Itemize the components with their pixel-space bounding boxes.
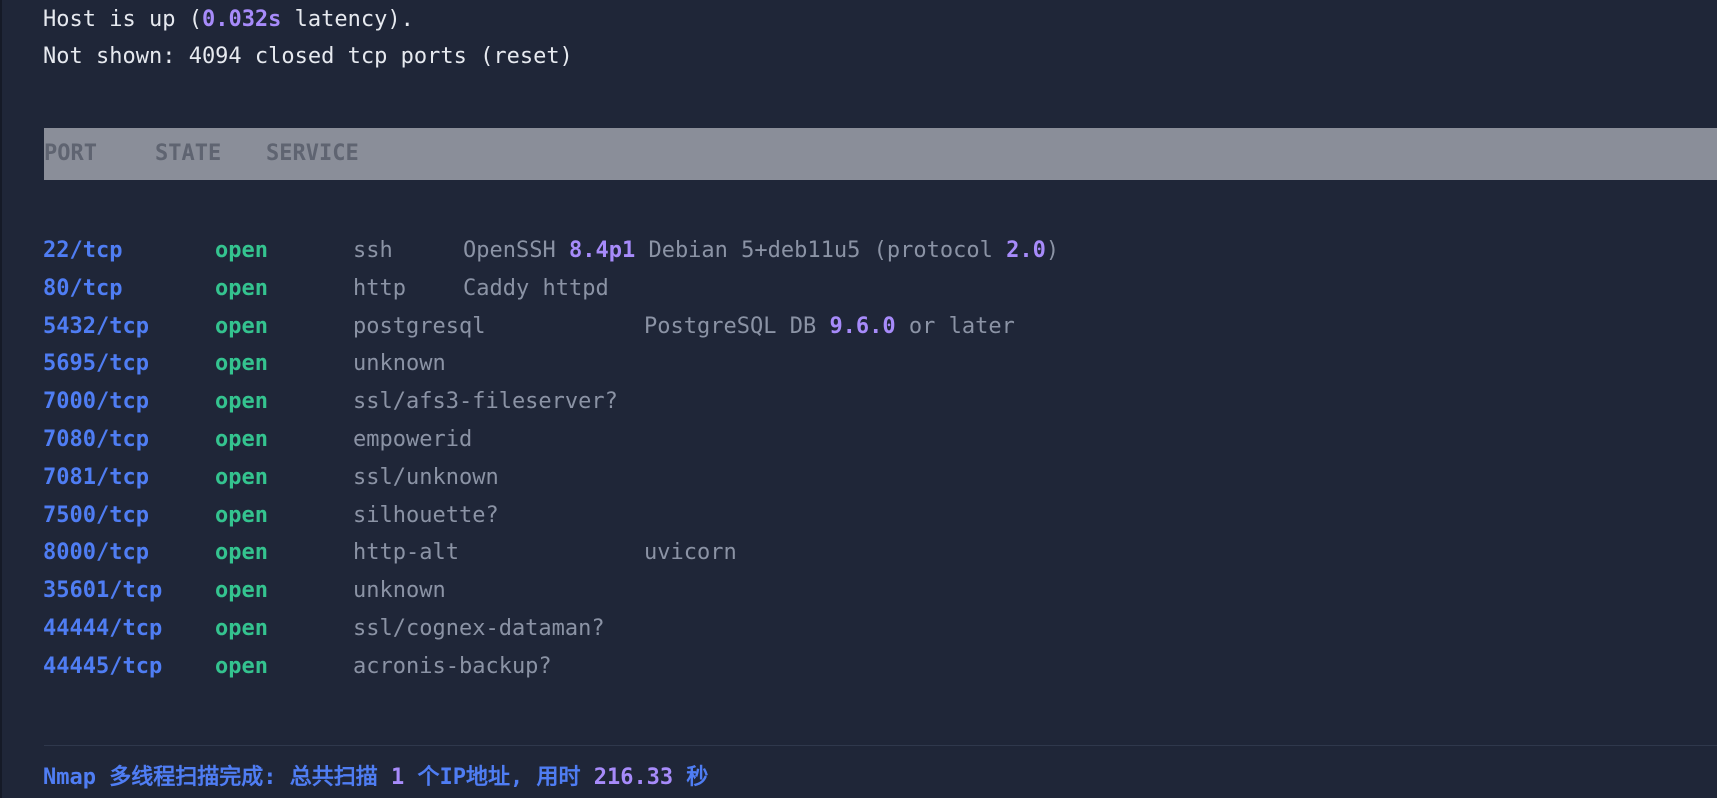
port-number: 80/tcp [43,275,123,301]
port-state: open [215,313,268,339]
port-state: open [215,540,268,566]
port-number: 5695/tcp [43,351,149,377]
port-row: 5432/tcp open postgresql PostgreSQL DB 9.6.… [2,308,1717,346]
port-number: 8000/tcp [43,540,149,566]
host-status-suffix: latency). [281,7,414,32]
port-row: 35601/tcp open unknown [2,572,1717,610]
port-service: ssl/cognex-dataman? [353,616,605,641]
scan-complete-line: Nmap 多线程扫描完成: 总共扫描 1 个IP地址, 用时 216.33 秒 [43,762,708,794]
port-state: open [215,502,268,528]
version-text: Caddy httpd [463,275,609,301]
port-service: unknown [353,351,446,377]
port-table-header: PORT STATE SERVICE [44,128,1717,180]
port-version: PostgreSQL DB 9.6.0 or later [644,308,1015,346]
port-number: 7081/tcp [43,464,149,490]
port-row: 7080/tcp open empowerid [2,421,1717,459]
version-number: 9.6.0 [829,313,896,339]
footer-prefix: Nmap 多线程扫描完成: 总共扫描 [43,765,391,790]
port-service: postgresql [353,313,486,339]
version-text: ) [1045,238,1060,263]
version-number: 2.0 [1006,238,1046,263]
host-status-prefix: Host is up ( [43,7,202,32]
port-state: open [215,275,268,301]
port-service: silhouette? [353,502,499,528]
port-row: 8000/tcp open http-alt uvicorn [2,534,1717,572]
not-shown-line: Not shown: 4094 closed tcp ports (reset) [43,44,573,69]
port-state: open [215,389,268,415]
port-number: 44444/tcp [43,616,163,641]
port-service: ssl/afs3-fileserver? [353,389,618,415]
port-number: 22/tcp [43,238,123,263]
footer-middle: 个IP地址, 用时 [404,765,594,790]
port-state: open [215,238,268,263]
header-state: STATE [155,141,222,166]
port-row: 80/tcp open http Caddy httpd [2,270,1717,308]
port-row: 44444/tcp open ssl/cognex-dataman? [2,610,1717,648]
footer-duration: 216.33 [593,765,674,790]
footer-divider [44,745,1717,746]
port-state: open [215,616,268,641]
version-text: OpenSSH [463,238,569,263]
version-text: PostgreSQL DB [644,313,830,339]
port-state: open [215,351,268,377]
port-service: ssl/unknown [353,464,499,490]
footer-suffix: 秒 [673,765,709,790]
port-row: 7000/tcp open ssl/afs3-fileserver? [2,383,1717,421]
header-port: PORT [44,141,97,166]
port-service: http-alt [353,540,459,566]
port-number: 44445/tcp [43,653,163,679]
host-status-line: Host is up (0.032s latency). [43,5,414,35]
port-number: 7000/tcp [43,389,149,415]
port-number: 7080/tcp [43,427,149,452]
version-number: 8.4p1 [568,238,636,263]
port-state: open [215,578,268,604]
version-text: uvicorn [644,540,737,566]
port-row: 7500/tcp open silhouette? [2,497,1717,535]
port-service: acronis-backup? [353,653,552,679]
port-service: empowerid [353,427,473,452]
port-state: open [215,427,268,452]
header-service: SERVICE [266,141,359,166]
port-service: unknown [353,578,446,604]
latency-value: 0.032s [201,7,282,32]
port-service: ssh [353,238,393,263]
port-row: 7081/tcp open ssl/unknown [2,459,1717,497]
port-row: 44445/tcp open acronis-backup? [2,648,1717,686]
port-state: open [215,653,268,679]
port-number: 35601/tcp [43,578,163,604]
port-number: 7500/tcp [43,502,149,528]
port-version: Caddy httpd [463,270,609,308]
port-row: 22/tcp open ssh OpenSSH 8.4p1 Debian 5+deb1… [2,232,1717,270]
version-text: or later [895,313,1015,339]
version-text: Debian 5+deb11u5 (protocol [635,238,1007,263]
footer-ip-count: 1 [390,765,405,790]
port-number: 5432/tcp [43,313,149,339]
port-state: open [215,464,268,490]
port-version: OpenSSH 8.4p1 Debian 5+deb11u5 (protocol… [463,232,1059,270]
port-version: uvicorn [644,534,737,572]
port-service: http [353,275,406,301]
port-row: 5695/tcp open unknown [2,345,1717,383]
